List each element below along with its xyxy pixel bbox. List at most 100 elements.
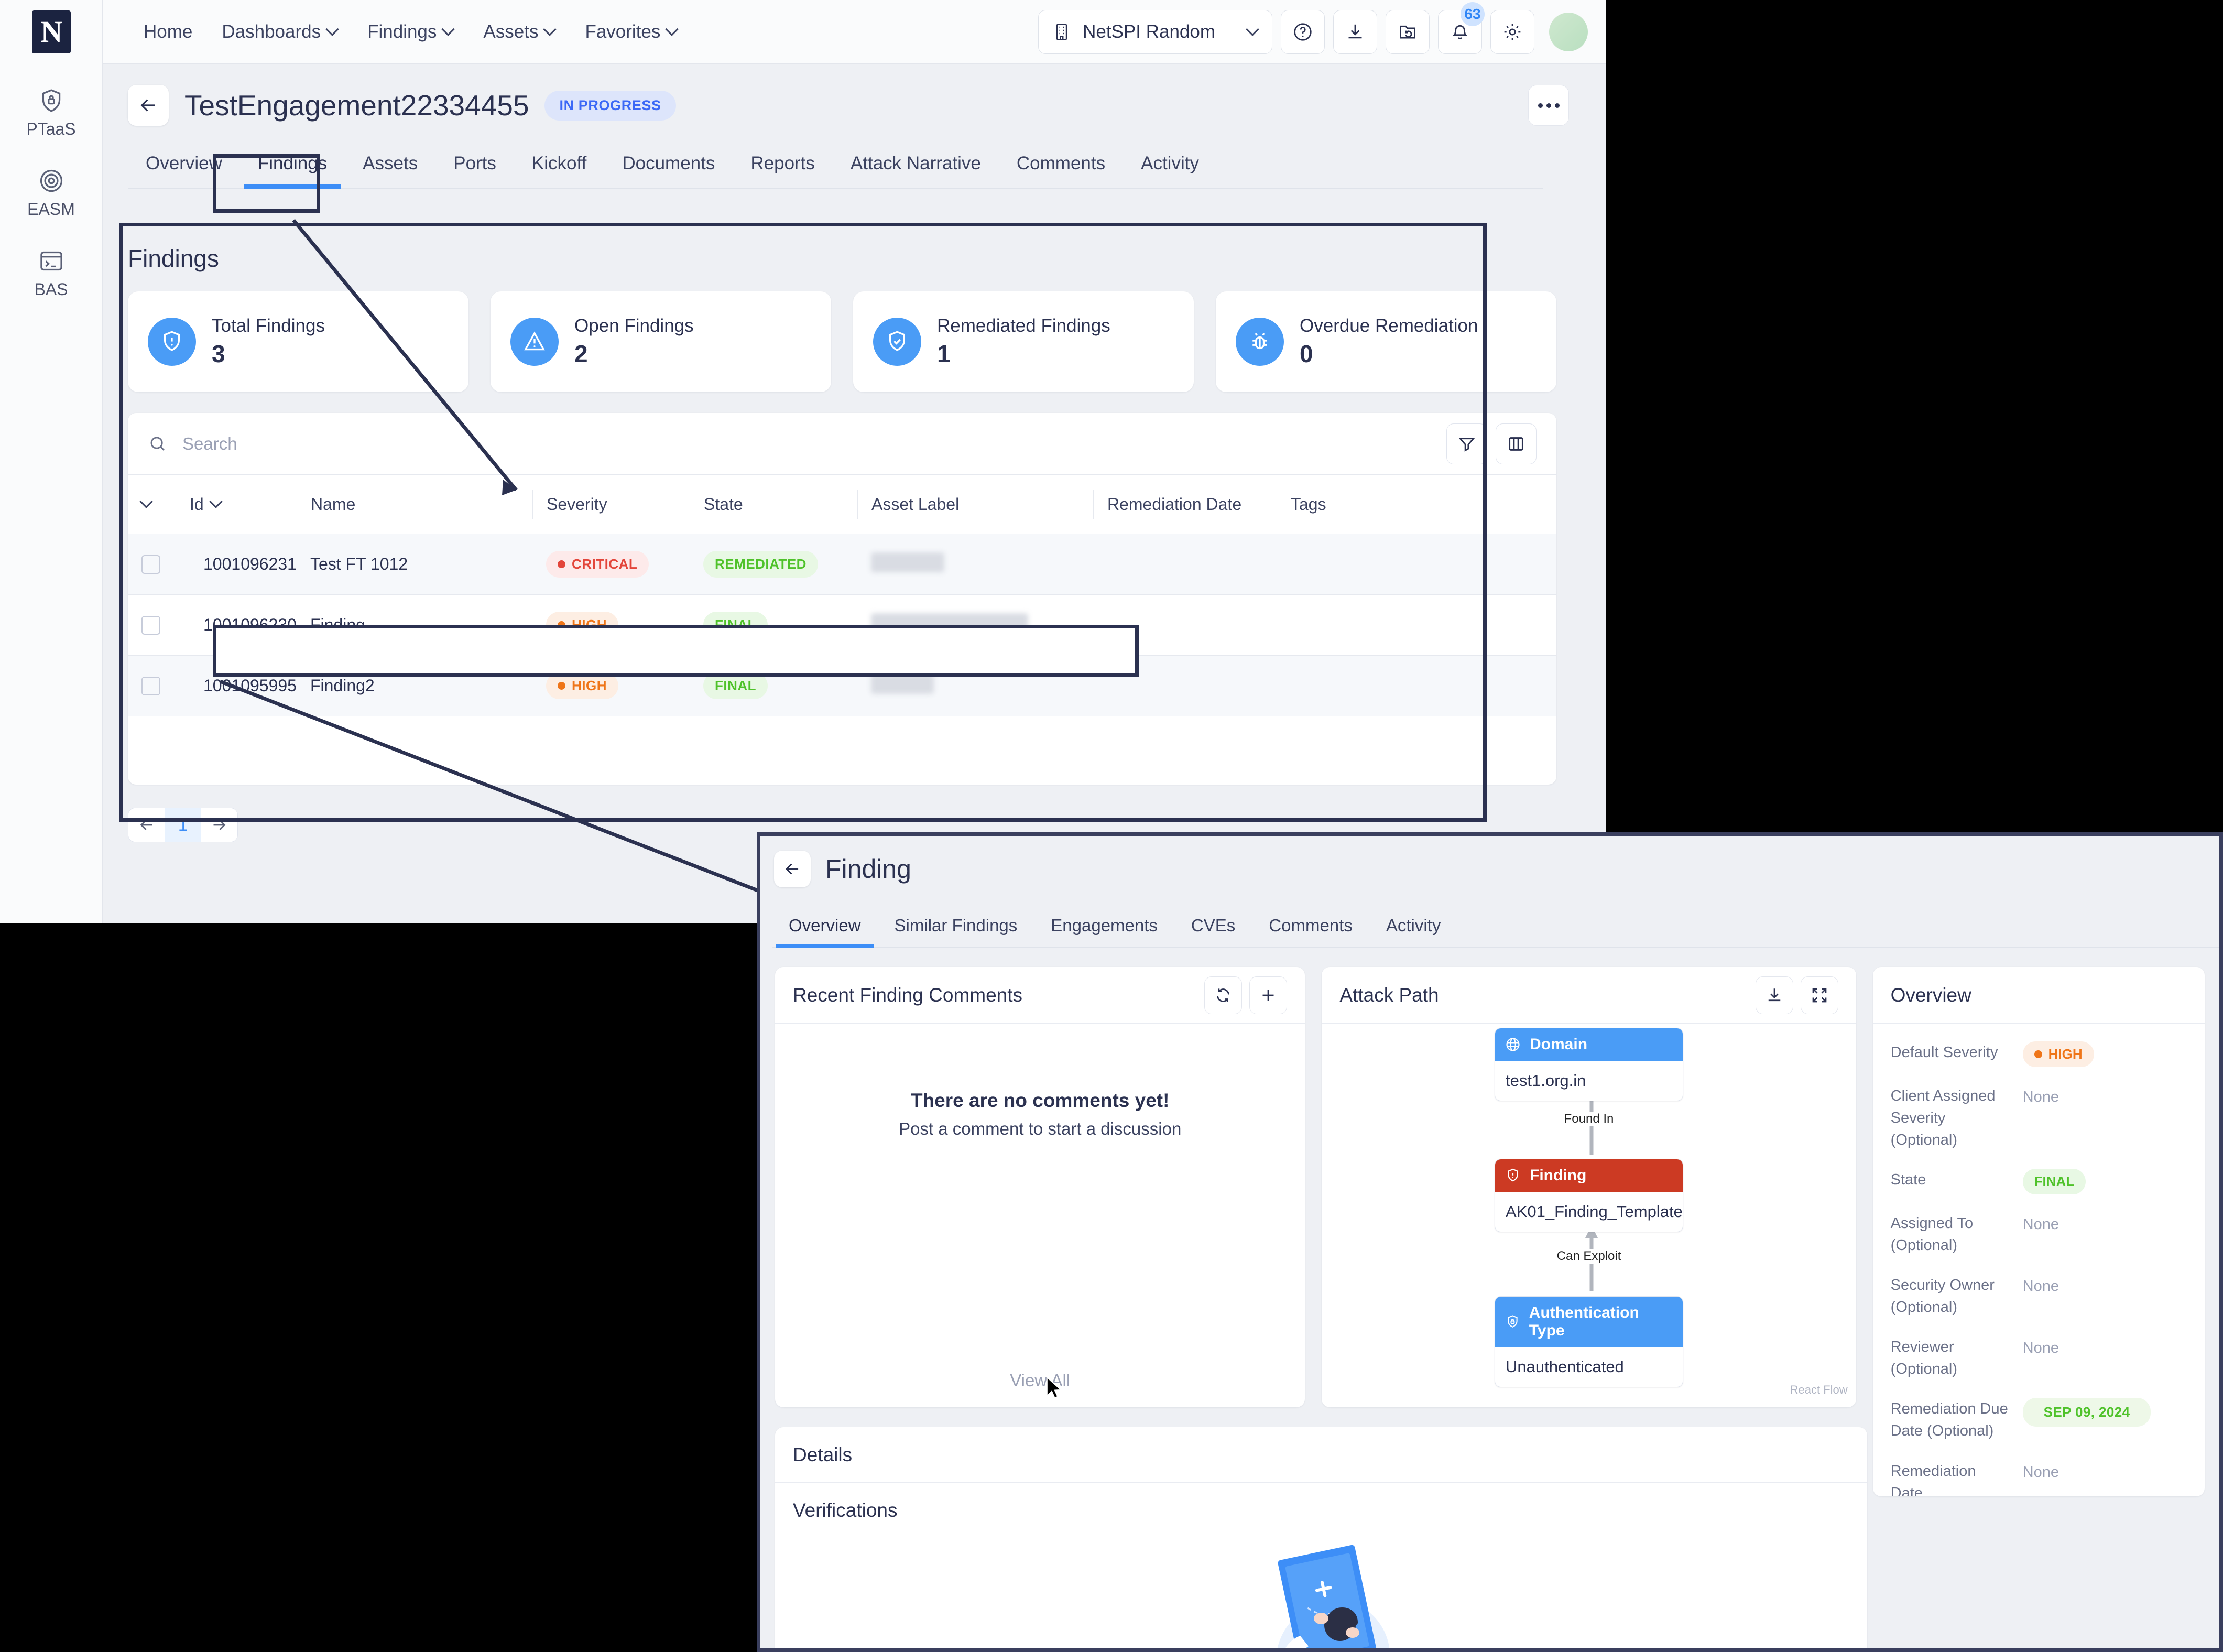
organization-selector[interactable]: NetSPI Random xyxy=(1038,9,1272,54)
rail-item-ptaas[interactable]: PTaaS xyxy=(26,87,76,139)
engagement-tabs: Overview Findings Assets Ports Kickoff D… xyxy=(128,145,1543,189)
fullscreen-attack-path-button[interactable] xyxy=(1800,976,1838,1014)
app-logo[interactable]: N xyxy=(0,0,103,64)
chevron-down-icon xyxy=(211,497,222,507)
nav-item-home[interactable]: Home xyxy=(129,21,207,42)
tab-findings[interactable]: Findings xyxy=(240,153,345,189)
flow-node-domain[interactable]: Domain test1.org.in xyxy=(1495,1028,1684,1101)
tab-ports[interactable]: Ports xyxy=(435,153,514,188)
row-checkbox[interactable] xyxy=(141,555,160,574)
column-id[interactable]: Id xyxy=(190,475,297,534)
tab-label: CVEs xyxy=(1191,916,1236,935)
field-value: None xyxy=(2022,1216,2059,1233)
details-section-header[interactable]: Details xyxy=(775,1427,1867,1483)
download-attack-path-button[interactable] xyxy=(1755,976,1793,1014)
back-button[interactable] xyxy=(128,85,169,126)
detail-tab-cves[interactable]: CVEs xyxy=(1174,916,1252,947)
view-all-comments-button[interactable]: View All xyxy=(775,1353,1305,1407)
field-label: Remediation Date xyxy=(1890,1462,1976,1496)
more-actions-button[interactable] xyxy=(1528,85,1569,126)
tab-label: Comments xyxy=(1016,153,1106,173)
tab-attack-narrative[interactable]: Attack Narrative xyxy=(833,153,999,188)
flow-node-authentication-type[interactable]: Authentication Type Unauthenticated xyxy=(1495,1296,1684,1387)
page-number[interactable]: 1 xyxy=(165,808,201,842)
rail-item-label: PTaaS xyxy=(26,119,76,138)
column-tags[interactable]: Tags xyxy=(1276,475,1556,534)
cell-tags xyxy=(1276,655,1556,716)
verifications-section-header[interactable]: Verifications xyxy=(775,1483,1867,1538)
arrow-left-icon xyxy=(785,863,799,875)
settings-button[interactable] xyxy=(1490,9,1534,54)
field-value: SEP 09, 2024 xyxy=(2022,1398,2151,1427)
main-content: TestEngagement22334455 IN PROGRESS Overv… xyxy=(103,64,1606,923)
row-checkbox[interactable] xyxy=(141,676,160,695)
nav-item-assets[interactable]: Assets xyxy=(468,21,570,42)
column-settings-button[interactable] xyxy=(1496,423,1537,464)
library-refresh-icon-button[interactable] xyxy=(1386,9,1430,54)
stat-card-remediated-findings[interactable]: Remediated Findings 1 xyxy=(853,291,1194,392)
filter-icon xyxy=(1458,437,1475,452)
detail-tab-engagements[interactable]: Engagements xyxy=(1034,916,1174,947)
severity-label: HIGH xyxy=(571,617,607,633)
detail-tab-overview[interactable]: Overview xyxy=(772,916,878,948)
column-asset-label[interactable]: Asset Label xyxy=(857,475,1093,534)
column-select-all[interactable] xyxy=(128,475,190,534)
notifications-button[interactable]: 63 xyxy=(1438,2,1485,54)
table-row[interactable]: 1001096230 Finding HIGH FINAL xyxy=(128,594,1556,656)
tab-assets[interactable]: Assets xyxy=(345,153,435,188)
filter-button[interactable] xyxy=(1446,423,1487,464)
tab-label: Overview xyxy=(146,153,222,173)
attack-path-flow[interactable]: Domain test1.org.in Found In Finding AK0… xyxy=(1322,1024,1856,1401)
help-icon-button[interactable] xyxy=(1281,9,1325,54)
detail-tab-activity[interactable]: Activity xyxy=(1369,916,1458,947)
stat-card-overdue-remediation[interactable]: Overdue Remediation 0 xyxy=(1216,291,1556,392)
column-state[interactable]: State xyxy=(689,475,857,534)
tab-reports[interactable]: Reports xyxy=(733,153,833,188)
download-icon xyxy=(1348,24,1362,38)
field-label: Client Assigned Severity (Optional) xyxy=(1890,1088,1996,1149)
table-row[interactable]: 1001095995 Finding2 HIGH FINAL xyxy=(128,655,1556,716)
tab-activity[interactable]: Activity xyxy=(1123,153,1217,188)
table-row[interactable]: 1001096231 Test FT 1012 CRITICAL REMEDIA… xyxy=(128,534,1556,595)
severity-dot xyxy=(557,621,565,629)
row-checkbox-cell[interactable] xyxy=(128,534,190,595)
column-remediation-date[interactable]: Remediation Date xyxy=(1093,475,1277,534)
row-checkbox[interactable] xyxy=(141,615,160,635)
flow-node-finding[interactable]: Finding AK01_Finding_Template xyxy=(1495,1159,1684,1232)
nav-item-label: Home xyxy=(144,21,193,42)
search-input[interactable] xyxy=(182,433,497,454)
user-avatar[interactable] xyxy=(1549,12,1588,51)
nav-item-label: Favorites xyxy=(585,21,661,42)
column-name[interactable]: Name xyxy=(296,475,532,534)
tab-kickoff[interactable]: Kickoff xyxy=(514,153,604,188)
detail-back-button[interactable] xyxy=(774,851,811,887)
next-page-button[interactable] xyxy=(201,808,237,842)
previous-page-button[interactable] xyxy=(128,808,165,842)
download-icon-button[interactable] xyxy=(1333,9,1377,54)
nav-item-findings[interactable]: Findings xyxy=(353,21,468,42)
tab-comments[interactable]: Comments xyxy=(999,153,1123,188)
bug-icon xyxy=(1252,333,1267,350)
tab-overview[interactable]: Overview xyxy=(128,153,240,188)
rail-item-easm[interactable]: EASM xyxy=(27,167,75,219)
stat-card-open-findings[interactable]: Open Findings 2 xyxy=(491,291,831,392)
tab-documents[interactable]: Documents xyxy=(604,153,733,188)
cell-state: FINAL xyxy=(689,655,857,716)
refresh-comments-button[interactable] xyxy=(1204,976,1243,1014)
rail-item-bas[interactable]: BAS xyxy=(34,247,68,299)
row-checkbox-cell[interactable] xyxy=(128,655,190,716)
logo-mark: N xyxy=(31,10,71,53)
nav-item-favorites[interactable]: Favorites xyxy=(570,21,692,42)
detail-tab-similar-findings[interactable]: Similar Findings xyxy=(878,916,1034,947)
arrow-left-icon xyxy=(140,99,155,112)
detail-tab-comments[interactable]: Comments xyxy=(1252,916,1369,947)
state-badge: FINAL xyxy=(703,612,768,638)
row-checkbox-cell[interactable] xyxy=(128,594,190,656)
stat-card-total-findings[interactable]: Total Findings 3 xyxy=(128,291,468,392)
nav-item-dashboards[interactable]: Dashboards xyxy=(207,21,353,42)
findings-table-card: Id Name Severity State xyxy=(128,413,1556,785)
search-icon xyxy=(150,437,165,451)
add-comment-button[interactable] xyxy=(1249,976,1288,1014)
column-severity[interactable]: Severity xyxy=(532,475,690,534)
column-label: Remediation Date xyxy=(1107,494,1242,514)
